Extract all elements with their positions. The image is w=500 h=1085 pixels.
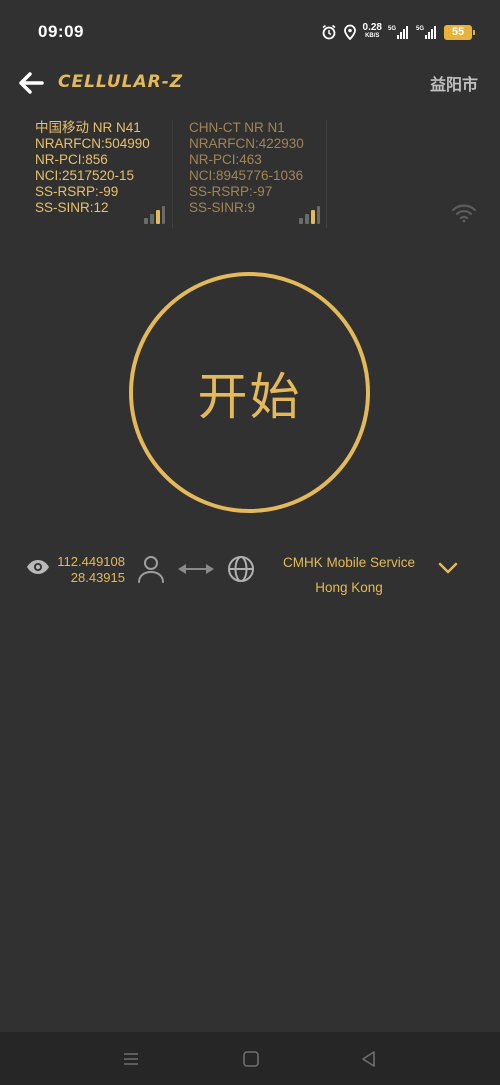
cell-line: SS-RSRP:-97	[189, 184, 273, 199]
network-type-1: 5G	[388, 26, 396, 32]
nav-home-button[interactable]	[240, 1049, 262, 1069]
screen: 09:09 0.28 KB/S 5G 5G 55 CELLULAR-Z 益阳市 …	[0, 0, 500, 1085]
status-time: 09:09	[38, 22, 84, 41]
cell-info-panel: 中国移动 NR N41 NRARFCN:504990 NR-PCI:856 NC…	[0, 120, 500, 230]
location-pin-icon	[343, 24, 356, 40]
network-speed: 0.28 KB/S	[362, 22, 382, 40]
system-nav-bar	[0, 1032, 500, 1085]
cell-line: NRARFCN:504990	[35, 136, 150, 151]
signal-bars-icon	[299, 206, 320, 224]
longitude: 112.449108	[57, 554, 125, 569]
network-type-2: 5G	[416, 26, 424, 32]
cell-line: NCI:2517520-15	[35, 168, 135, 183]
cell-line: SS-RSRP:-99	[35, 184, 119, 199]
nav-recents-button[interactable]	[120, 1049, 142, 1069]
globe-icon	[228, 556, 254, 582]
cell-line: NRARFCN:422930	[189, 136, 304, 151]
server-name: CMHK Mobile Service	[282, 555, 416, 570]
app-title: CELLULAR-Z	[58, 72, 184, 92]
eye-icon[interactable]	[26, 558, 50, 576]
alarm-icon	[322, 24, 336, 40]
test-info-row: 112.449108 28.43915 CMHK Mobile Service …	[0, 546, 500, 596]
signal-bars-icon	[144, 206, 165, 224]
cell-card-secondary[interactable]: CHN-CT NR N1 NRARFCN:422930 NR-PCI:463 N…	[189, 120, 329, 216]
person-icon	[138, 556, 164, 583]
status-bar: 09:09 0.28 KB/S 5G 5G 55	[0, 0, 500, 64]
square-icon	[243, 1051, 259, 1067]
city-name: 益阳市	[429, 77, 478, 94]
back-button[interactable]	[18, 70, 44, 96]
arrow-left-icon	[19, 72, 44, 94]
cell-line: NR-PCI:463	[189, 152, 262, 167]
app-bar: CELLULAR-Z 益阳市	[0, 64, 500, 104]
triangle-back-icon	[362, 1051, 375, 1067]
cell-line: NR-PCI:856	[35, 152, 108, 167]
server-location: Hong Kong	[315, 580, 383, 595]
cell-line: 中国移动 NR N41	[35, 120, 141, 135]
chevron-down-icon[interactable]	[437, 561, 459, 575]
cell-divider	[326, 120, 327, 228]
speed-unit: KB/S	[365, 33, 380, 39]
cellular-signal-2-icon: 5G	[416, 26, 436, 39]
start-button[interactable]: 开始	[129, 272, 370, 513]
double-arrow-icon	[178, 564, 214, 574]
cell-line: CHN-CT NR N1	[189, 120, 285, 135]
menu-icon	[124, 1053, 138, 1065]
status-icons: 0.28 KB/S 5G 5G 55	[321, 22, 475, 42]
start-button-label: 开始	[197, 367, 302, 426]
nav-back-button[interactable]	[358, 1049, 380, 1069]
cellular-signal-1-icon: 5G	[388, 26, 408, 39]
cell-line: NCI:8945776-1036	[189, 168, 304, 183]
coordinates: 112.449108 28.43915	[50, 554, 125, 586]
battery-indicator: 55	[444, 24, 475, 40]
latitude: 28.43915	[70, 570, 125, 585]
server-info[interactable]: CMHK Mobile Service Hong Kong	[268, 550, 430, 600]
cell-divider	[172, 120, 173, 228]
cell-card-primary[interactable]: 中国移动 NR N41 NRARFCN:504990 NR-PCI:856 NC…	[35, 120, 175, 216]
wifi-icon	[451, 204, 477, 223]
speed-value: 0.28	[362, 22, 382, 33]
